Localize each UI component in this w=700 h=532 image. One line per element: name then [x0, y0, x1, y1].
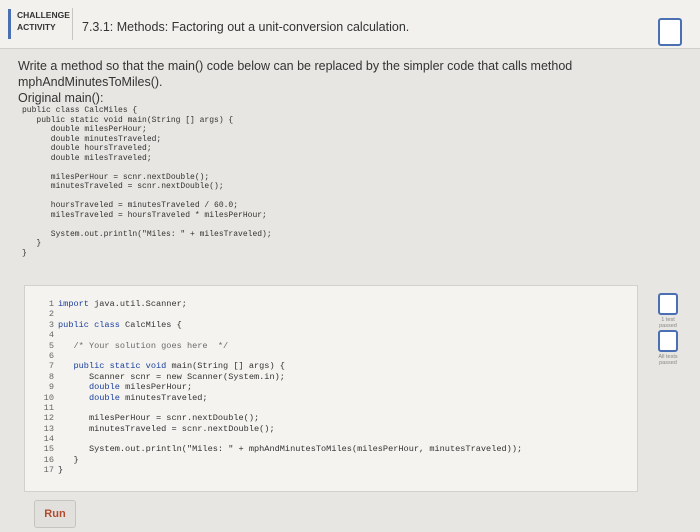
code-line[interactable]: 13 minutesTraveled = scnr.nextDouble(); — [34, 424, 522, 434]
line-number: 13 — [43, 423, 54, 434]
instructions-line-2: Original main(): — [18, 91, 104, 105]
code-line[interactable]: 9 double milesPerHour; — [34, 382, 522, 392]
line-number: 11 — [43, 402, 54, 413]
original-main-code: public class CalcMiles { public static v… — [22, 106, 272, 258]
badge-line-1: CHALLENGE — [17, 10, 70, 20]
code-line[interactable]: 16 } — [34, 455, 522, 465]
line-number: 1 — [48, 299, 54, 309]
line-number: 3 — [48, 319, 54, 330]
code-line[interactable]: 5 /* Your solution goes here */ — [34, 341, 522, 351]
line-number: 10 — [43, 392, 54, 403]
code-text: System.out.println("Miles: " + mphAndMin… — [88, 444, 523, 455]
code-line[interactable]: 15 System.out.println("Miles: " + mphAnd… — [34, 444, 522, 454]
line-number: 15 — [43, 444, 54, 455]
code-line[interactable]: 11 — [34, 403, 522, 413]
code-editor-lines[interactable]: 1 import java.util.Scanner; 2 3 public class… — [34, 299, 522, 476]
code-line[interactable]: 1 import java.util.Scanner; — [34, 299, 522, 309]
code-text: java.util.Scanner; — [88, 299, 187, 309]
code-text: Scanner scnr = new Scanner(System.in); — [88, 371, 285, 382]
line-number: 7 — [48, 361, 54, 372]
code-text: } — [73, 454, 79, 465]
code-keyword: public static void — [73, 361, 167, 372]
test-checkbox-icon — [658, 330, 678, 352]
code-text: minutesTraveled; — [119, 392, 208, 403]
activity-header: CHALLENGE ACTIVITY 7.3.1: Methods: Facto… — [0, 0, 700, 49]
code-line[interactable]: 2 — [34, 309, 522, 319]
code-line[interactable]: 4 — [34, 330, 522, 340]
activity-title: 7.3.1: Methods: Factoring out a unit-con… — [82, 20, 410, 34]
code-line[interactable]: 14 — [34, 434, 522, 444]
line-number: 14 — [43, 434, 54, 445]
badge-divider — [72, 8, 73, 40]
code-line[interactable]: 17} — [34, 465, 522, 475]
code-keyword: import — [58, 299, 89, 309]
line-number: 9 — [48, 382, 54, 393]
code-line[interactable]: 10 double minutesTraveled; — [34, 393, 522, 403]
run-button[interactable]: Run — [34, 500, 76, 528]
test-2-label-line-2: passed — [659, 360, 677, 366]
line-number: 12 — [43, 413, 54, 424]
code-keyword: public class — [58, 319, 120, 330]
line-number: 2 — [48, 309, 54, 320]
code-line[interactable]: 3 public class CalcMiles { — [34, 320, 522, 330]
code-keyword: double — [88, 392, 120, 403]
test-1-label-line-2: passed — [659, 323, 677, 329]
test-checkbox-icon — [658, 293, 678, 315]
code-line[interactable]: 6 — [34, 351, 522, 361]
code-comment: /* Your solution goes here */ — [73, 340, 229, 351]
line-number: 16 — [43, 454, 54, 465]
code-text: milesPerHour; — [119, 382, 193, 393]
challenge-activity-badge: CHALLENGE ACTIVITY — [8, 9, 77, 39]
line-number: 8 — [48, 371, 54, 382]
code-line[interactable]: 12 milesPerHour = scnr.nextDouble(); — [34, 413, 522, 423]
code-line[interactable]: 8 Scanner scnr = new Scanner(System.in); — [34, 372, 522, 382]
code-keyword: double — [88, 382, 120, 393]
code-text: milesPerHour = scnr.nextDouble(); — [88, 413, 260, 424]
code-text: CalcMiles { — [119, 319, 182, 330]
test-result-1: 1 test passed — [648, 293, 688, 329]
test-result-2: All tests passed — [648, 330, 688, 366]
badge-line-2: ACTIVITY — [17, 22, 56, 32]
line-number: 17 — [43, 465, 54, 476]
instructions: Write a method so that the main() code b… — [18, 58, 678, 106]
code-text: main(String [] args) { — [166, 361, 285, 372]
line-number: 4 — [48, 330, 54, 341]
line-number: 6 — [48, 350, 54, 361]
line-number: 5 — [48, 340, 54, 351]
completion-checkbox-icon — [658, 18, 682, 46]
code-text: } — [58, 465, 64, 476]
code-text: minutesTraveled = scnr.nextDouble(); — [88, 423, 275, 434]
instructions-line-1: Write a method so that the main() code b… — [18, 59, 573, 89]
code-line[interactable]: 7 public static void main(String [] args… — [34, 361, 522, 371]
